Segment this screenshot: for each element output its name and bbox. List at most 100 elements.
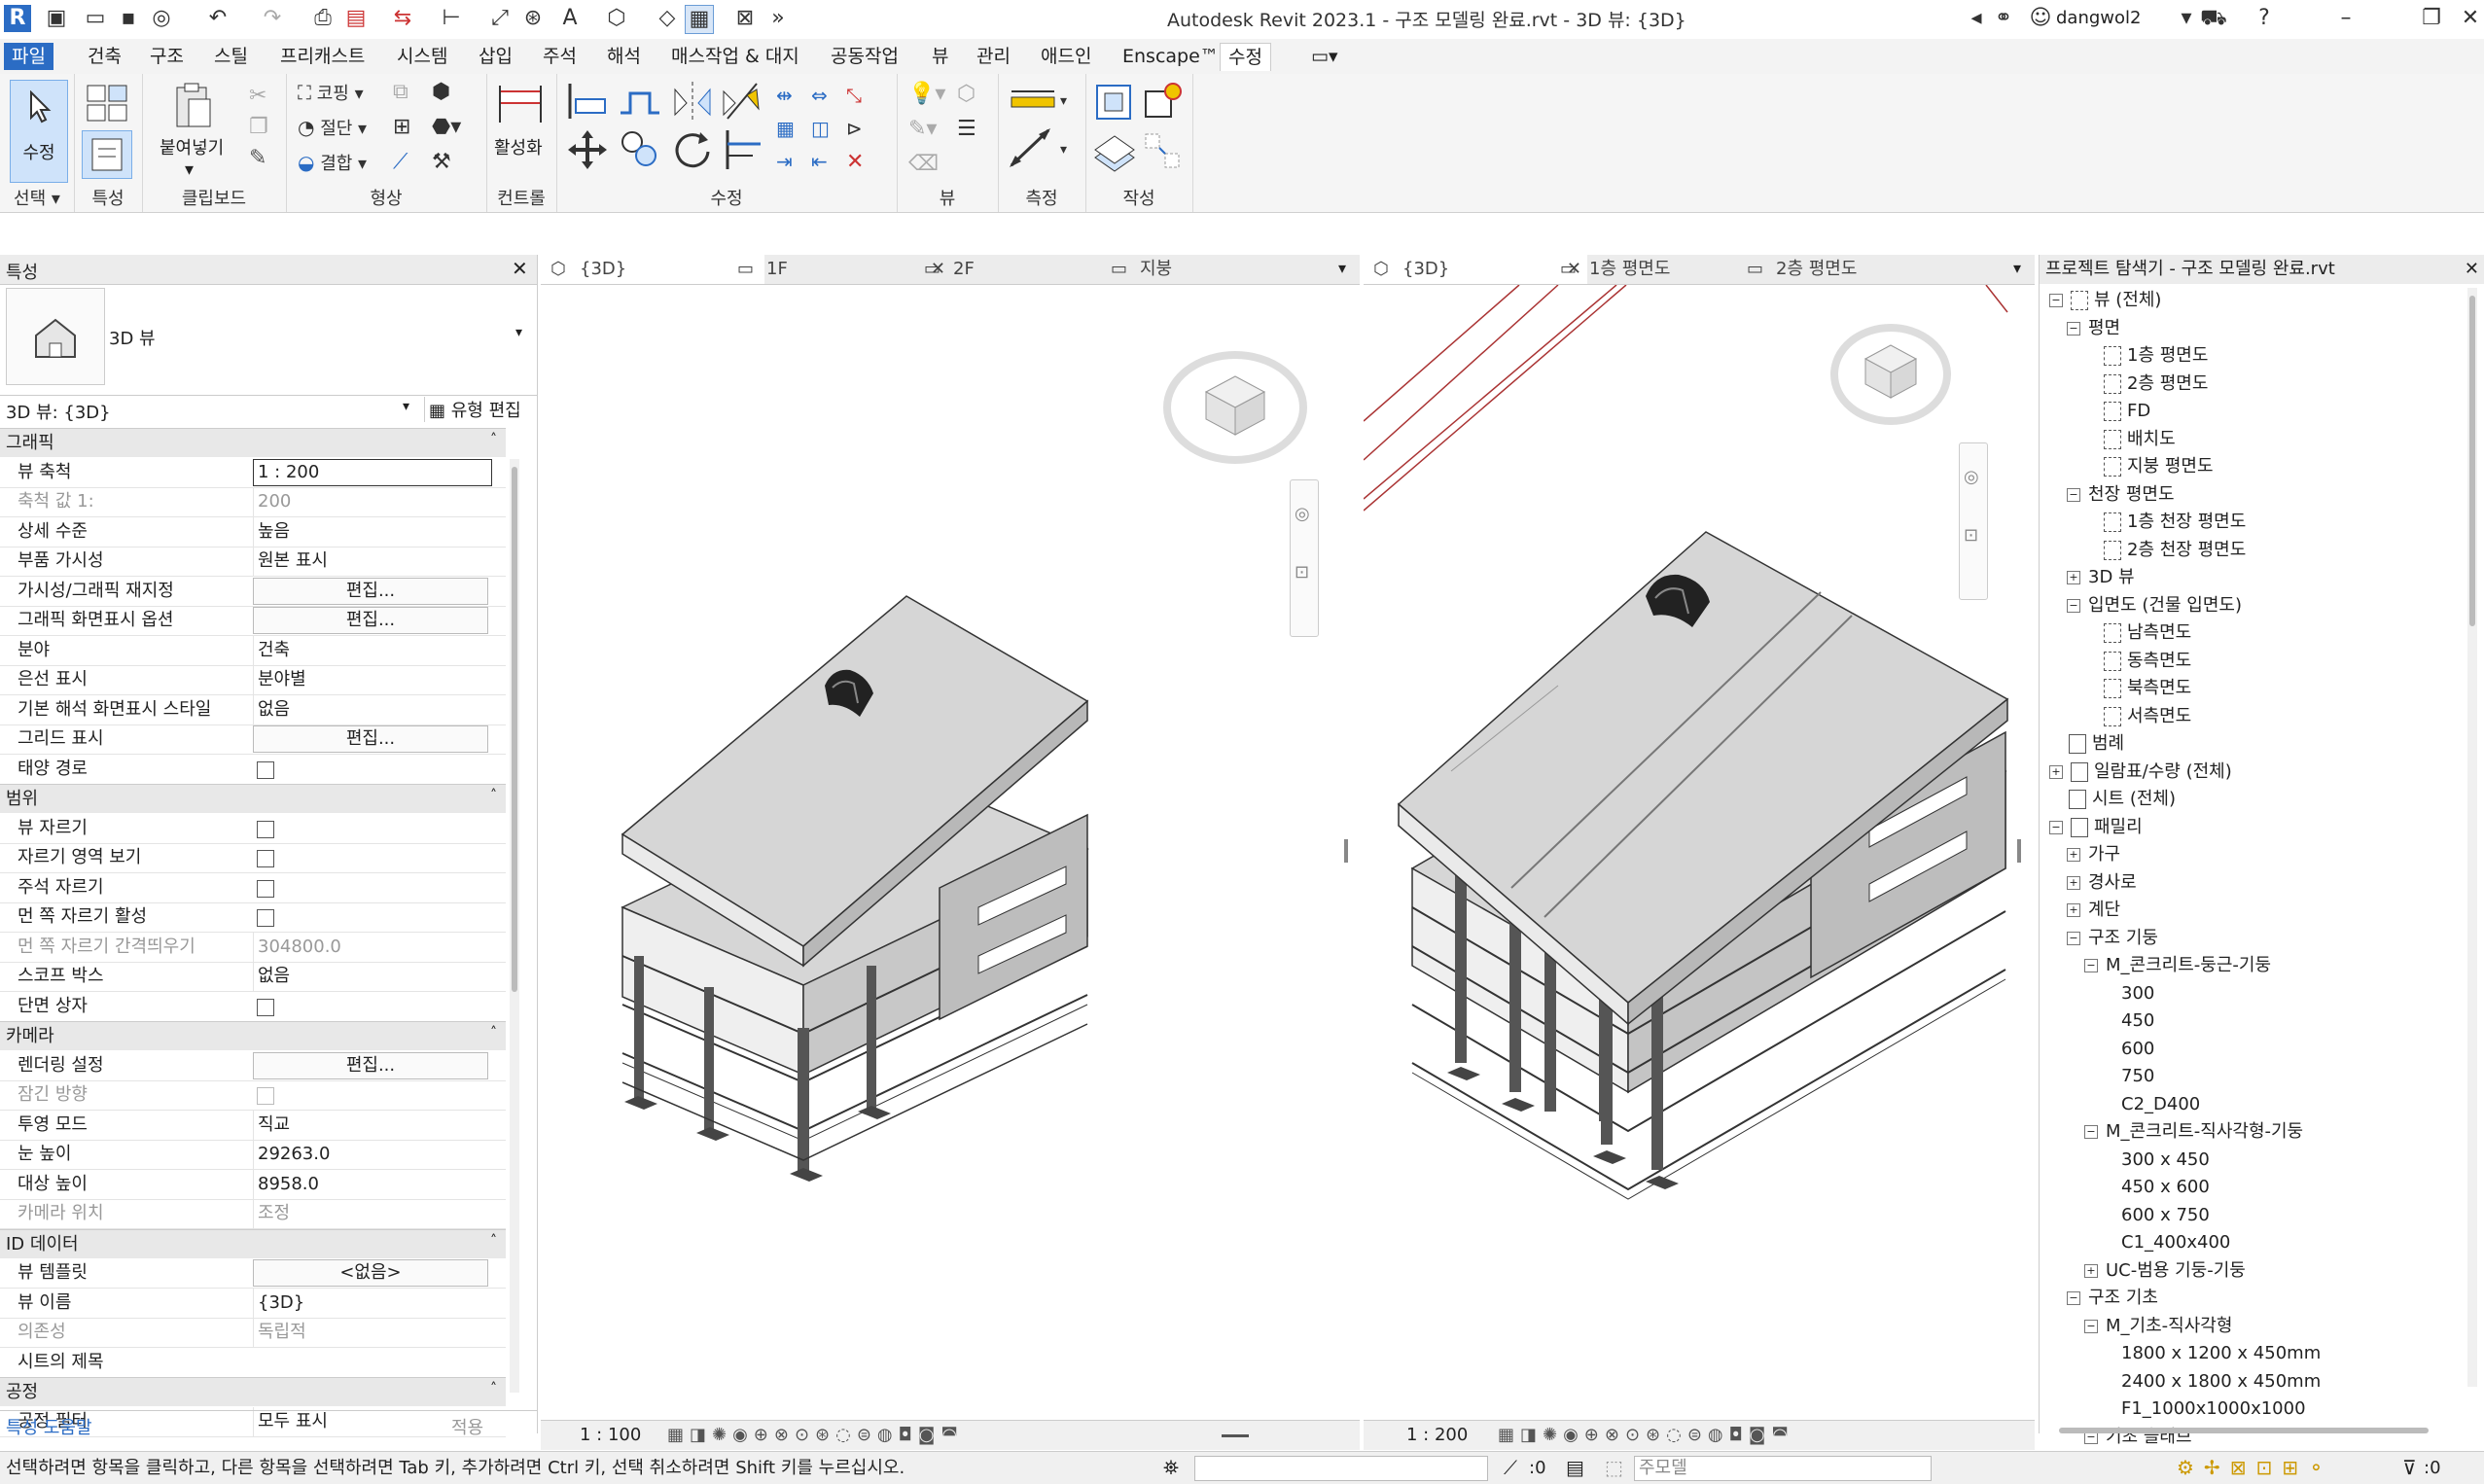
minimize-icon[interactable]: –	[2332, 5, 2360, 32]
tag-icon[interactable]: ⤢	[486, 5, 514, 32]
section-icon[interactable]: ◇	[654, 5, 681, 32]
worksharing-icon[interactable]: ⛯	[1163, 1452, 1179, 1484]
mirror-axis-icon[interactable]	[669, 80, 716, 123]
create-assembly-icon[interactable]	[1091, 80, 1138, 124]
cut-icon[interactable]: ✂	[249, 84, 266, 108]
paste-icon[interactable]	[171, 82, 214, 130]
expand-toggle-icon[interactable]: +	[2049, 764, 2063, 779]
copy-small-icon[interactable]: ⇔	[811, 84, 828, 107]
restore-icon[interactable]: ❐	[2418, 5, 2445, 32]
property-value[interactable]: 원본 표시	[253, 547, 491, 576]
view-control-icons-right[interactable]: ▦◨✺◉⊕⊗⊙⊛◌⊜◍◘◙◚	[1498, 1421, 1794, 1450]
browser-tree-node[interactable]: − 입면도 (건물 입면도)	[2067, 593, 2242, 618]
dimension-icon[interactable]: ⊢	[438, 5, 465, 32]
tab-file[interactable]: 파일	[4, 43, 53, 70]
trim-extend-icon[interactable]	[718, 126, 764, 173]
cut-geometry-button[interactable]: ◔ 절단 ▾	[298, 113, 367, 142]
property-edit-button[interactable]: 편집...	[253, 725, 488, 753]
browser-tree-node[interactable]: 750	[2121, 1064, 2154, 1089]
workset-selector[interactable]	[1194, 1456, 1488, 1481]
close-properties-icon[interactable]: ✕	[512, 257, 528, 280]
create-parts-icon[interactable]	[1140, 80, 1187, 124]
print-icon[interactable]: ⎙	[309, 5, 337, 32]
mirror-draw-icon[interactable]	[718, 80, 764, 123]
browser-tree-node[interactable]: − M_기초-직사각형	[2084, 1314, 2232, 1339]
collapse-toggle-icon[interactable]: −	[2067, 1291, 2080, 1305]
align-icon[interactable]	[564, 80, 611, 123]
horizontal-scroll-left[interactable]	[1222, 1434, 1249, 1437]
property-value[interactable]: 8958.0	[253, 1169, 491, 1199]
undo-icon[interactable]: ↶	[204, 5, 231, 32]
collapse-toggle-icon[interactable]: −	[2084, 959, 2098, 972]
offset-icon[interactable]	[617, 80, 663, 123]
pin-icon[interactable]: ⊳	[846, 117, 863, 140]
property-value[interactable]: 직교	[253, 1110, 491, 1140]
delete-icon[interactable]: ✕	[846, 150, 864, 174]
contextual-dropdown-icon[interactable]: ▭▾	[1303, 43, 1346, 70]
view-splitter[interactable]	[1344, 839, 1348, 863]
tabs-dropdown-icon[interactable]: ▾	[2013, 259, 2021, 277]
property-edit-button[interactable]: 편집...	[253, 1051, 488, 1079]
collapse-section-icon[interactable]: ˄	[490, 1025, 497, 1041]
overflow-icon[interactable]: »	[764, 5, 792, 32]
panel-label-select[interactable]: 선택 ▾	[0, 185, 74, 210]
browser-tree-node[interactable]: 1층 평면도	[2104, 343, 2208, 369]
collapse-toggle-icon[interactable]: −	[2067, 598, 2080, 613]
browser-tree-node[interactable]: 600	[2121, 1037, 2154, 1062]
property-value[interactable]: 1 : 200	[253, 458, 492, 486]
demolish-icon[interactable]: ⟋	[393, 150, 408, 174]
type-dropdown-icon[interactable]: ▾	[515, 325, 522, 340]
browser-tree-node[interactable]: − M_콘크리트-둥근-기둥	[2084, 953, 2271, 978]
collapse-toggle-icon[interactable]: −	[2067, 931, 2080, 945]
browser-tree-node[interactable]: 300 x 450	[2121, 1148, 2210, 1173]
tab-precast[interactable]: 프리캐스트	[272, 43, 373, 70]
activate-button[interactable]: 활성화	[494, 134, 543, 159]
instance-selector[interactable]: 3D 뷰: {3D}	[6, 399, 111, 424]
tab-view[interactable]: 뷰	[924, 43, 956, 70]
browser-tree-node[interactable]: − 패밀리	[2049, 815, 2143, 840]
lightbulb-icon[interactable]: 💡▾	[908, 82, 945, 106]
property-checkbox[interactable]	[257, 909, 274, 927]
tab-modify[interactable]: 수정	[1220, 43, 1271, 71]
redo-icon[interactable]: ↷	[259, 5, 286, 32]
browser-tree-node[interactable]: − 천장 평면도	[2067, 482, 2175, 508]
close-hidden-icon[interactable]: ⊠	[731, 5, 759, 32]
save-icon[interactable]: ▪	[115, 5, 142, 32]
view-cube-right[interactable]	[1828, 314, 1955, 431]
browser-tree-node[interactable]: 서측면도	[2104, 704, 2191, 729]
browser-tree-node[interactable]: 450 x 600	[2121, 1175, 2210, 1200]
model-selector[interactable]: 주모델	[1634, 1456, 1932, 1481]
measure-icon[interactable]: ⇆	[389, 5, 416, 32]
tab-annotate[interactable]: 주석	[535, 43, 585, 70]
revit-app-icon[interactable]: R	[4, 5, 31, 32]
expand-toggle-icon[interactable]: +	[2067, 848, 2080, 862]
selector-dropdown-icon[interactable]: ▾	[403, 399, 409, 414]
tabs-dropdown-icon[interactable]: ▾	[1338, 259, 1346, 277]
properties-section-header[interactable]: 공정	[0, 1377, 506, 1406]
sync-icon[interactable]: ◎	[148, 5, 175, 32]
eraser-icon[interactable]: ⌫	[908, 152, 939, 176]
properties-scrollbar[interactable]	[510, 459, 519, 1393]
join-button[interactable]: ◒ 결합 ▾	[298, 148, 367, 177]
browser-tree-node[interactable]: + 일람표/수량 (전체)	[2049, 760, 2232, 785]
browser-tree-node[interactable]: 북측면도	[2104, 676, 2191, 701]
activate-icon[interactable]	[496, 84, 545, 126]
hammer-icon[interactable]: ⚒	[432, 150, 451, 174]
browser-tree-node[interactable]: 2400 x 1800 x 450mm	[2121, 1369, 2321, 1395]
collapse-toggle-icon[interactable]: −	[2067, 487, 2080, 502]
editing-requests-icon[interactable]: ⟋	[1504, 1452, 1517, 1484]
scale-icon[interactable]: ◫	[811, 117, 830, 140]
property-edit-button[interactable]: 편집...	[253, 577, 488, 605]
properties-help-link[interactable]: 특성 도움말	[6, 1414, 92, 1439]
override-graphics-icon[interactable]: ✎▾	[908, 117, 937, 141]
browser-tree-node[interactable]: + 가구	[2067, 842, 2120, 867]
tab-massing[interactable]: 매스작업 & 대지	[663, 43, 807, 70]
property-edit-button[interactable]: <없음>	[253, 1259, 488, 1287]
property-checkbox[interactable]	[257, 1087, 274, 1105]
match-properties-icon[interactable]: ✎	[249, 146, 266, 170]
collapse-section-icon[interactable]: ˄	[490, 788, 497, 803]
home-icon[interactable]: ▣	[43, 5, 70, 32]
browser-tree-node[interactable]: − 뷰 (전체)	[2049, 288, 2161, 313]
property-checkbox[interactable]	[257, 879, 274, 898]
property-value[interactable]: 29263.0	[253, 1140, 491, 1169]
